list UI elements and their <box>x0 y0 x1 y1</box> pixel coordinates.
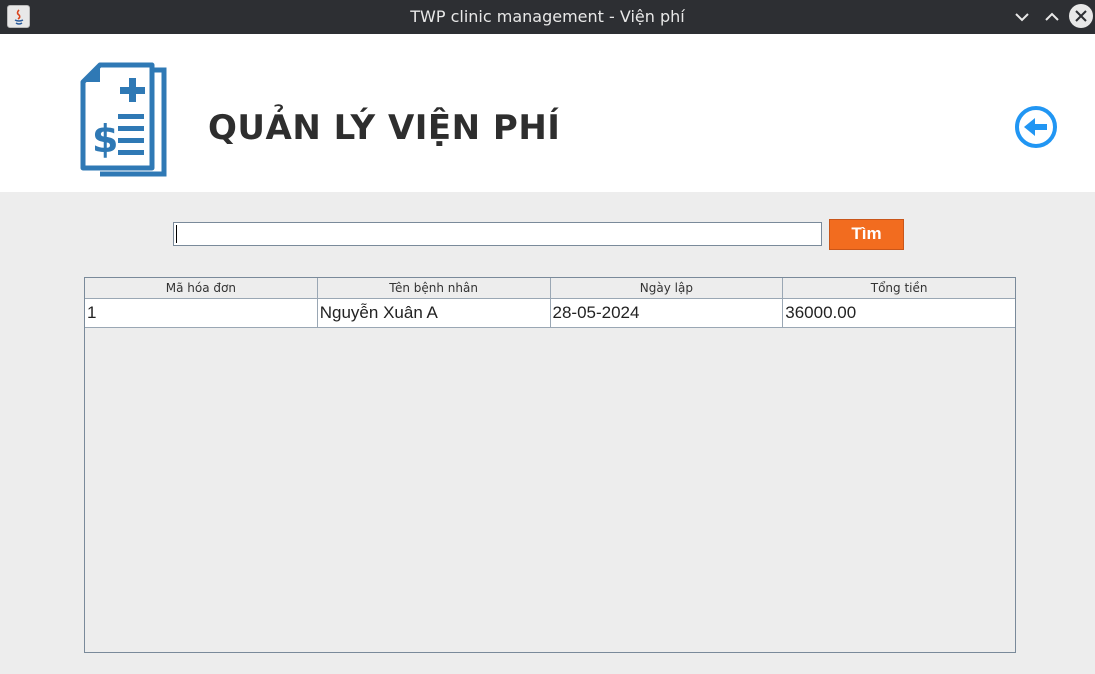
chevron-down-icon <box>1015 13 1029 22</box>
column-header-patient-name[interactable]: Tên bệnh nhân <box>318 278 551 299</box>
column-header-created-date[interactable]: Ngày lập <box>551 278 784 299</box>
search-button[interactable]: Tìm <box>829 219 904 250</box>
page-header: $ QUẢN LÝ VIỆN PHÍ <box>0 34 1095 192</box>
column-header-invoice-id[interactable]: Mã hóa đơn <box>85 278 318 299</box>
back-arrow-icon <box>1015 106 1057 148</box>
window-title: TWP clinic management - Viện phí <box>410 7 685 26</box>
chevron-up-icon <box>1045 12 1059 21</box>
medical-bill-icon: $ <box>78 62 176 180</box>
table-header: Mã hóa đơn Tên bệnh nhân Ngày lập Tổng t… <box>85 278 1015 299</box>
close-button[interactable] <box>1069 4 1093 28</box>
cell-invoice-id[interactable]: 1 <box>85 299 318 327</box>
search-input[interactable] <box>173 222 822 246</box>
text-caret <box>176 225 177 243</box>
minimize-button[interactable] <box>1010 5 1034 29</box>
window-titlebar: TWP clinic management - Viện phí <box>0 0 1095 34</box>
invoice-table[interactable]: Mã hóa đơn Tên bệnh nhân Ngày lập Tổng t… <box>84 277 1016 653</box>
cell-patient-name[interactable]: Nguyễn Xuân A <box>318 299 551 327</box>
back-button[interactable] <box>1013 104 1059 150</box>
maximize-button[interactable] <box>1040 5 1064 29</box>
table-row[interactable]: 1 Nguyễn Xuân A 28-05-2024 36000.00 <box>85 299 1015 328</box>
cell-total[interactable]: 36000.00 <box>783 299 1015 327</box>
column-header-total[interactable]: Tổng tiền <box>783 278 1015 299</box>
close-icon <box>1075 10 1087 22</box>
page-title: QUẢN LÝ VIỆN PHÍ <box>208 108 561 148</box>
svg-text:$: $ <box>92 117 118 161</box>
cell-created-date[interactable]: 28-05-2024 <box>551 299 784 327</box>
